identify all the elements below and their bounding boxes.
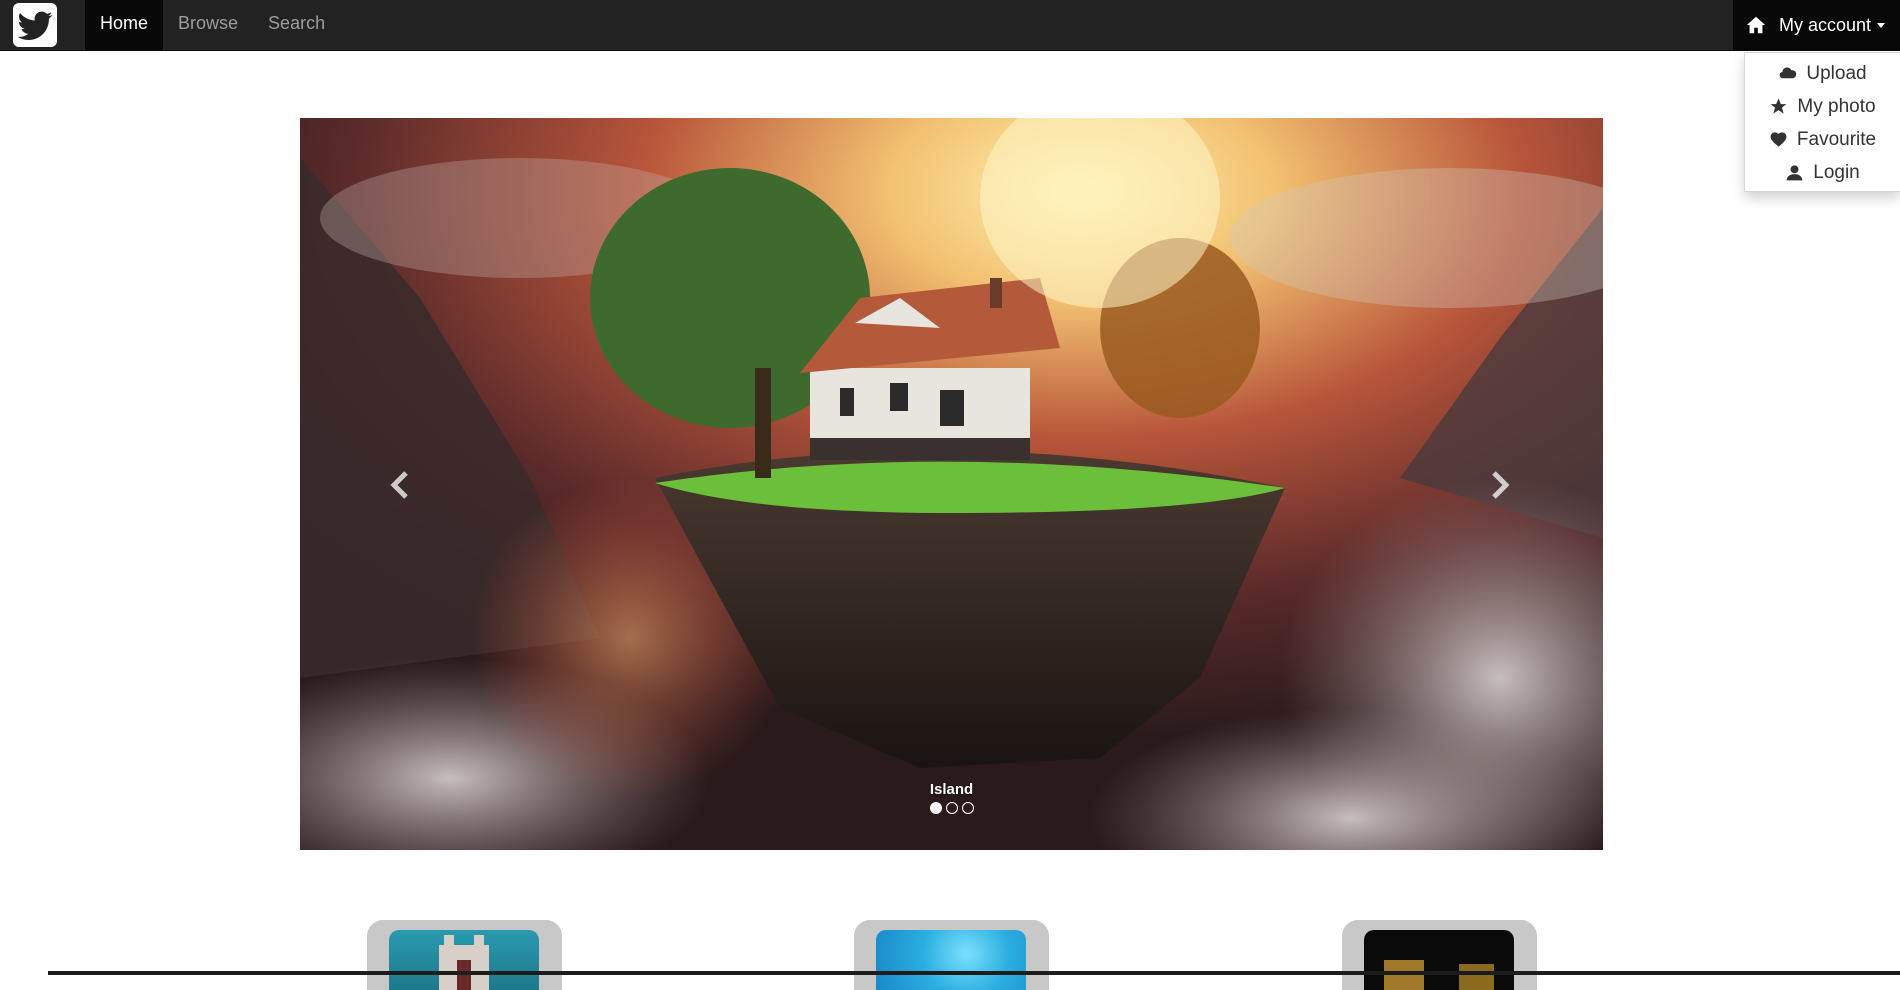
carousel-indicator[interactable] <box>929 802 942 814</box>
carousel-indicators <box>300 802 1603 814</box>
top-navbar: Home Browse Search My account <box>0 0 1900 51</box>
carousel-indicator[interactable] <box>945 802 958 814</box>
chevron-left-icon[interactable] <box>380 465 420 505</box>
castle-icon <box>439 935 489 990</box>
thumbnail-card[interactable] <box>1342 920 1537 990</box>
menu-item-login[interactable]: Login <box>1745 156 1900 189</box>
brand-logo[interactable] <box>13 3 57 47</box>
thumbnail-card[interactable] <box>854 920 1049 990</box>
menu-item-my-photo[interactable]: My photo <box>1745 90 1900 123</box>
menu-item-label: Favourite <box>1796 128 1877 150</box>
menu-item-label: My photo <box>1797 95 1876 117</box>
menu-item-label: Login <box>1813 161 1860 183</box>
nav-home[interactable]: Home <box>85 0 164 50</box>
thumbnail-image <box>1364 930 1514 990</box>
twitter-bird-icon <box>17 11 53 40</box>
menu-item-upload[interactable]: Upload <box>1745 57 1900 90</box>
carousel-indicator[interactable] <box>961 802 974 814</box>
nav-search[interactable]: Search <box>253 0 340 50</box>
my-account-label: My account <box>1779 14 1872 35</box>
chevron-right-icon[interactable] <box>1480 465 1520 505</box>
slide-caption: Island <box>929 781 974 798</box>
my-account-toggle[interactable]: My account <box>1733 0 1900 50</box>
photo-carousel: Island <box>300 118 1603 850</box>
nav-browse[interactable]: Browse <box>163 0 253 50</box>
account-dropdown-menu: Upload My photo Favourite Login <box>1744 52 1900 192</box>
thumbnail-image <box>876 930 1026 990</box>
thumbnail-card[interactable] <box>367 920 562 990</box>
home-icon <box>1746 16 1766 34</box>
heart-icon <box>1770 132 1787 147</box>
bottom-divider <box>48 971 1900 975</box>
primary-nav: Home Browse Search <box>85 0 340 50</box>
star-icon <box>1771 98 1787 114</box>
thumbnail-image <box>389 930 539 990</box>
slide-image <box>300 118 1603 850</box>
caret-down-icon <box>1877 22 1886 28</box>
cloud-icon <box>1779 67 1797 79</box>
menu-item-label: Upload <box>1806 62 1867 84</box>
menu-item-favourite[interactable]: Favourite <box>1745 123 1900 156</box>
user-icon <box>1786 165 1803 181</box>
night-city-icon <box>1384 960 1494 990</box>
